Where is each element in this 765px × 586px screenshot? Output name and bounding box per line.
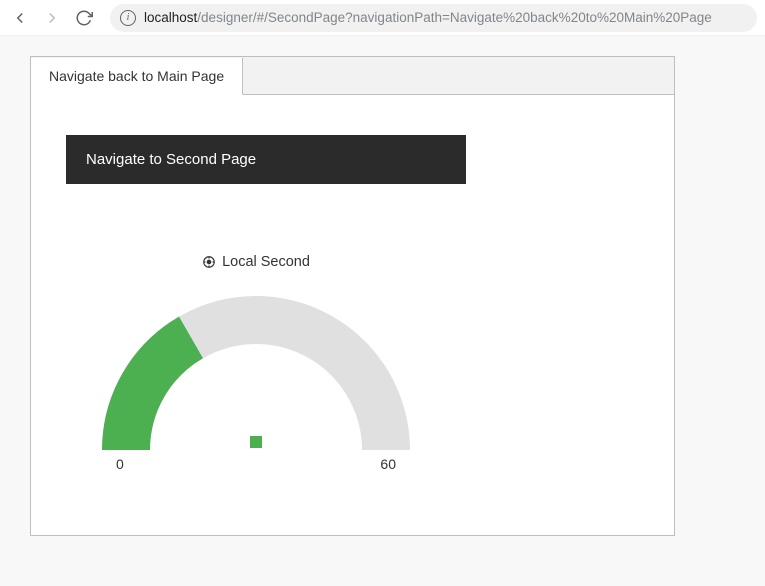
forward-button[interactable] [40, 6, 64, 30]
gauge-min-label: 0 [116, 456, 124, 472]
back-button[interactable] [8, 6, 32, 30]
site-info-icon[interactable]: i [120, 10, 136, 26]
gauge-max-label: 60 [380, 456, 396, 472]
tab-label: Navigate back to Main Page [49, 68, 224, 84]
gauge-title: Local Second [222, 254, 310, 270]
refresh-button[interactable] [72, 6, 96, 30]
tab-bar: Navigate back to Main Page [31, 57, 674, 95]
gauge-axis-labels: 0 60 [96, 456, 416, 472]
url-text: localhost/designer/#/SecondPage?navigati… [144, 10, 712, 25]
arrow-left-icon [11, 9, 29, 27]
page-content: Navigate back to Main Page Navigate to S… [0, 36, 765, 556]
gauge-arc [96, 290, 416, 460]
main-panel: Navigate back to Main Page Navigate to S… [30, 56, 675, 536]
arrow-right-icon [43, 9, 61, 27]
button-label: Navigate to Second Page [86, 151, 256, 168]
panel-body: Navigate to Second Page Local Second [31, 95, 674, 535]
legend-marker [250, 436, 262, 448]
refresh-icon [75, 9, 93, 27]
gauge-chart: Local Second 0 60 [86, 254, 426, 472]
tag-icon [202, 255, 216, 269]
url-path: /designer/#/SecondPage?navigationPath=Na… [197, 10, 712, 25]
navigate-second-page-button[interactable]: Navigate to Second Page [66, 135, 466, 184]
address-bar[interactable]: i localhost/designer/#/SecondPage?naviga… [110, 4, 757, 32]
url-host: localhost [144, 10, 197, 25]
tab-navigate-back[interactable]: Navigate back to Main Page [31, 58, 243, 95]
browser-toolbar: i localhost/designer/#/SecondPage?naviga… [0, 0, 765, 36]
gauge-header: Local Second [86, 254, 426, 270]
